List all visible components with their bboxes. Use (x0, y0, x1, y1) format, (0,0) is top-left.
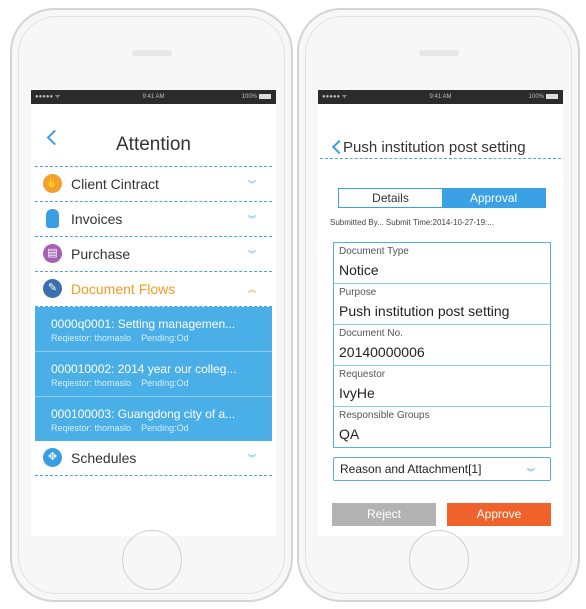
approve-button[interactable]: Approve (447, 503, 551, 526)
page-title: Push institution post setting (343, 139, 526, 156)
bottle-icon (46, 209, 59, 228)
reason-label: Reason and Attachment[1] (340, 462, 482, 476)
list-item[interactable]: 000010002: 2014 year our colleg... Reqie… (35, 352, 272, 397)
row-label: Document Flows (71, 281, 176, 297)
field-label: Requestor (339, 369, 386, 380)
flow-requestor: Reqiestor: thomaslo (51, 378, 132, 388)
flow-title: 000010002: 2014 year our colleg... (51, 362, 237, 376)
battery-icon (546, 93, 558, 99)
row-invoices[interactable]: Invoices ︾ (35, 202, 272, 237)
status-bar: ●●●●● ᯤ 9:41 AM 100% (31, 90, 276, 104)
field-label: Document No. (339, 328, 403, 339)
flow-title: 000100003: Guangdong city of a... (51, 407, 236, 421)
flow-pending: Pending:Od (141, 378, 189, 388)
edit-icon: ✎ (43, 279, 62, 298)
battery-indicator: 100% (242, 90, 271, 104)
status-time: 9:41 AM (142, 94, 165, 100)
field-requestor: Requestor IvyHe (334, 366, 550, 407)
battery-percent: 100% (241, 94, 257, 100)
attention-header: Attention (35, 104, 272, 167)
chevron-down-icon[interactable]: ︾ (248, 179, 256, 190)
field-value: QA (339, 426, 360, 442)
detail-header: Push institution post setting (320, 104, 561, 159)
chevron-down-icon[interactable]: ︾ (248, 453, 256, 464)
status-bar: ●●●●● ᯤ 9:41 AM 100% (318, 90, 563, 104)
handshake-icon: ✋ (43, 174, 62, 193)
flow-subtitle: Reqiestor: thomaslo Pending:Od (51, 378, 189, 388)
document-fields: Document Type Notice Purpose Push instit… (333, 242, 551, 448)
phone-speaker (418, 50, 459, 56)
field-label: Responsible Groups (339, 410, 430, 421)
field-value: IvyHe (339, 385, 375, 401)
field-document-no: Document No. 20140000006 (334, 325, 550, 366)
flow-requestor: Reqiestor: thomaslo (51, 333, 132, 343)
flow-pending: Pending:Od (141, 333, 189, 343)
flow-subtitle: Reqiestor: thomaslo Pending:Od (51, 333, 189, 343)
list-item[interactable]: 000100003: Guangdong city of a... Reqies… (35, 397, 272, 441)
row-label: Invoices (71, 211, 123, 227)
flow-pending: Pending:Od (141, 423, 189, 433)
reason-attachment-dropdown[interactable]: Reason and Attachment[1] ︾ (333, 457, 551, 481)
phone-right: ●●●●● ᯤ 9:41 AM 100% Push institution po… (297, 8, 580, 602)
segmented-tabs: Details Approval (338, 188, 546, 208)
row-label: Purchase (71, 246, 131, 262)
battery-percent: 100% (528, 94, 544, 100)
status-time: 9:41 AM (429, 94, 452, 100)
home-button[interactable] (408, 530, 469, 590)
field-value: Push institution post setting (339, 303, 510, 319)
chevron-down-icon: ︾ (527, 468, 535, 477)
basket-icon: ▤ (43, 244, 62, 263)
field-label: Purpose (339, 287, 377, 298)
document-flow-list: 0000q0001: Setting managemen... Reqiesto… (35, 307, 272, 441)
chevron-down-icon[interactable]: ︾ (248, 249, 256, 260)
row-schedules[interactable]: ✥ Schedules ︾ (35, 441, 272, 476)
row-label: Schedules (71, 450, 137, 466)
flow-title: 0000q0001: Setting managemen... (51, 317, 236, 331)
compass-icon: ✥ (43, 448, 62, 467)
battery-indicator: 100% (529, 90, 558, 104)
field-purpose: Purpose Push institution post setting (334, 284, 550, 325)
row-client-contract[interactable]: ✋ Client Cintract ︾ (35, 167, 272, 202)
field-value: 20140000006 (339, 344, 425, 360)
screen-attention: ●●●●● ᯤ 9:41 AM 100% Attention ✋ Client … (31, 90, 276, 536)
field-value: Notice (339, 262, 379, 278)
phone-left: ●●●●● ᯤ 9:41 AM 100% Attention ✋ Client … (10, 8, 293, 602)
home-button[interactable] (121, 530, 182, 590)
field-label: Document Type (339, 246, 409, 257)
row-purchase[interactable]: ▤ Purchase ︾ (35, 237, 272, 272)
flow-subtitle: Reqiestor: thomaslo Pending:Od (51, 423, 189, 433)
battery-icon (259, 93, 271, 99)
chevron-up-icon[interactable]: ︽ (248, 284, 256, 295)
phone-speaker (131, 50, 172, 56)
screen-document-detail: ●●●●● ᯤ 9:41 AM 100% Push institution po… (318, 90, 563, 536)
row-label: Client Cintract (71, 176, 159, 192)
chevron-down-icon[interactable]: ︾ (248, 214, 256, 225)
field-responsible-groups: Responsible Groups QA (334, 407, 550, 447)
flow-requestor: Reqiestor: thomaslo (51, 423, 132, 433)
tab-details[interactable]: Details (339, 189, 442, 207)
tab-approval[interactable]: Approval (442, 189, 545, 207)
field-document-type: Document Type Notice (334, 243, 550, 284)
page-title: Attention (116, 134, 191, 155)
row-document-flows[interactable]: ✎ Document Flows ︽ (35, 272, 272, 307)
reject-button[interactable]: Reject (332, 503, 436, 526)
list-item[interactable]: 0000q0001: Setting managemen... Reqiesto… (35, 307, 272, 352)
submitted-info: Submitted By... Submit Time:2014-10-27-1… (330, 218, 494, 227)
